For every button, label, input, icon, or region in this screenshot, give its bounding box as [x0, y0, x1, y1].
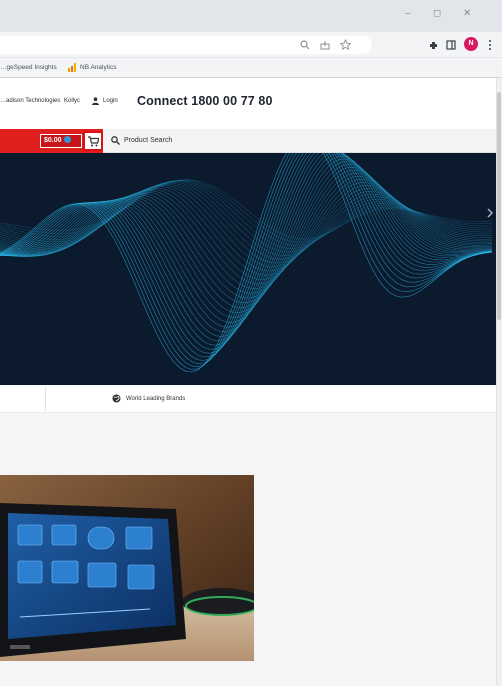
- wave-line: [0, 153, 493, 342]
- wave-line: [0, 153, 493, 346]
- globe-icon: [112, 394, 121, 403]
- wave-line: [0, 178, 493, 285]
- menu-icon[interactable]: [488, 39, 492, 51]
- star-icon[interactable]: [340, 39, 351, 50]
- close-window-button[interactable]: ✕: [463, 8, 471, 19]
- restore-button[interactable]: ◻: [433, 8, 441, 19]
- wave-graphic: [0, 153, 493, 373]
- feature-divider: [45, 387, 46, 411]
- browser-toolbar: N: [0, 32, 502, 58]
- cart-price: $0.00: [44, 137, 62, 144]
- hero-banner: [0, 153, 496, 385]
- user-icon: [92, 97, 99, 105]
- wave-line: [0, 153, 493, 350]
- cart-icon: [88, 136, 99, 147]
- share-icon[interactable]: [320, 40, 330, 50]
- browser-titlebar: ‒ ◻ ✕: [0, 0, 502, 32]
- bookmark-pagespeed[interactable]: …geSpeed Insights: [0, 64, 57, 71]
- cart-button[interactable]: [83, 131, 103, 151]
- cart-total-button[interactable]: $0.00: [40, 134, 82, 148]
- touch-panel-photo: [0, 475, 254, 661]
- extensions-icon[interactable]: [428, 40, 438, 50]
- wave-line: [0, 184, 493, 268]
- top-link-madison[interactable]: …adison Technologies: [0, 98, 60, 104]
- sidepanel-icon[interactable]: [446, 40, 456, 50]
- bookmark-nb-analytics[interactable]: NB Analytics: [80, 64, 117, 71]
- top-link-kollyc[interactable]: Kollyc: [64, 98, 80, 104]
- touch-panel-illustration: [0, 475, 254, 661]
- zoom-icon[interactable]: [300, 40, 310, 50]
- wave-line: [0, 153, 493, 337]
- feature-strip: [0, 385, 496, 413]
- wave-line: [0, 158, 493, 318]
- phone-contact[interactable]: Connect 1800 00 77 80: [137, 94, 273, 108]
- world-leading-brands: World Leading Brands: [126, 396, 186, 402]
- minimize-button[interactable]: ‒: [405, 8, 411, 19]
- wave-line: [0, 153, 493, 368]
- chart-icon: [68, 63, 76, 72]
- wave-line: [0, 153, 493, 354]
- search-icon: [111, 136, 120, 145]
- scrollbar-thumb[interactable]: [497, 92, 501, 320]
- address-bar[interactable]: [0, 36, 372, 54]
- product-search-label[interactable]: Product Search: [124, 137, 172, 144]
- chevron-right-icon[interactable]: [486, 207, 494, 219]
- login-link[interactable]: Login: [103, 98, 118, 104]
- cart-count-dot: [63, 136, 71, 143]
- wave-line: [0, 153, 493, 373]
- wave-line: [0, 153, 493, 361]
- bookmarks-bar: …geSpeed Insights NB Analytics: [0, 58, 502, 78]
- wave-line: [0, 169, 493, 299]
- profile-avatar[interactable]: N: [464, 37, 478, 51]
